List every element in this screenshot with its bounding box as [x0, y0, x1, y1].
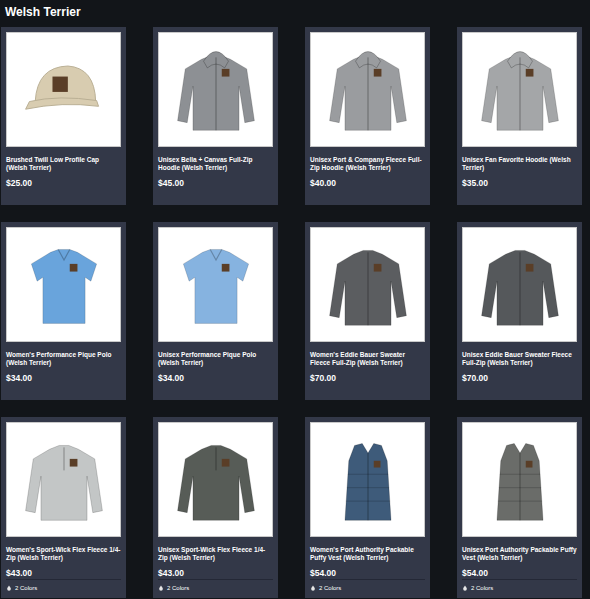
product-image[interactable]: [310, 422, 425, 537]
product-card[interactable]: Women's Sport-Wick Flex Fleece 1/4-Zip (…: [1, 417, 126, 598]
product-card[interactable]: Unisex Bella + Canvas Full-Zip Hoodie (W…: [153, 27, 278, 205]
product-name[interactable]: Unisex Sport-Wick Flex Fleece 1/4-Zip (W…: [158, 546, 273, 562]
product-image[interactable]: [462, 32, 577, 147]
product-image[interactable]: [6, 422, 121, 537]
product-image[interactable]: [158, 32, 273, 147]
product-card[interactable]: Brushed Twill Low Profile Cap (Welsh Ter…: [1, 27, 126, 205]
product-image[interactable]: [462, 227, 577, 342]
hoodie-icon: [472, 42, 568, 138]
hoodie-icon: [168, 42, 264, 138]
product-card[interactable]: Women's Performance Pique Polo (Welsh Te…: [1, 222, 126, 400]
product-image[interactable]: [158, 227, 273, 342]
product-card[interactable]: Unisex Port Authority Packable Puffy Ves…: [457, 417, 582, 598]
product-name[interactable]: Unisex Performance Pique Polo (Welsh Ter…: [158, 351, 273, 367]
product-price: $40.00: [310, 178, 425, 189]
product-price: $70.00: [462, 373, 577, 384]
product-name[interactable]: Unisex Eddie Bauer Sweater Fleece Full-Z…: [462, 351, 577, 367]
product-card[interactable]: Unisex Sport-Wick Flex Fleece 1/4-Zip (W…: [153, 417, 278, 598]
product-name[interactable]: Unisex Bella + Canvas Full-Zip Hoodie (W…: [158, 156, 273, 172]
product-price: $34.00: [6, 373, 121, 384]
color-count[interactable]: 2 Colors: [6, 579, 121, 592]
product-price: $70.00: [310, 373, 425, 384]
product-image[interactable]: [310, 227, 425, 342]
product-image[interactable]: [6, 227, 121, 342]
jacket-icon: [472, 237, 568, 333]
color-count[interactable]: 2 Colors: [462, 579, 577, 592]
product-name[interactable]: Unisex Port Authority Packable Puffy Ves…: [462, 546, 577, 562]
product-card[interactable]: Unisex Fan Favorite Hoodie (Welsh Terrie…: [457, 27, 582, 205]
product-price: $54.00: [310, 568, 425, 579]
product-card[interactable]: Unisex Performance Pique Polo (Welsh Ter…: [153, 222, 278, 400]
product-price: $35.00: [462, 178, 577, 189]
product-image[interactable]: [310, 32, 425, 147]
cap-icon: [16, 42, 112, 138]
product-page: Welsh Terrier Brushed Twill Low Profile C…: [0, 0, 590, 599]
drop-icon: [6, 585, 12, 591]
product-price: $25.00: [6, 178, 121, 189]
product-name[interactable]: Women's Port Authority Packable Puffy Ve…: [310, 546, 425, 562]
product-price: $43.00: [158, 568, 273, 579]
page-title: Welsh Terrier: [1, 0, 590, 27]
product-price: $43.00: [6, 568, 121, 579]
product-name[interactable]: Women's Sport-Wick Flex Fleece 1/4-Zip (…: [6, 546, 121, 562]
drop-icon: [462, 585, 468, 591]
product-price: $45.00: [158, 178, 273, 189]
product-name[interactable]: Women's Eddie Bauer Sweater Fleece Full-…: [310, 351, 425, 367]
product-name[interactable]: Unisex Port & Company Fleece Full-Zip Ho…: [310, 156, 425, 172]
product-card[interactable]: Unisex Eddie Bauer Sweater Fleece Full-Z…: [457, 222, 582, 400]
jacket-icon: [320, 237, 416, 333]
product-card[interactable]: Women's Port Authority Packable Puffy Ve…: [305, 417, 430, 598]
color-count[interactable]: 2 Colors: [310, 579, 425, 592]
product-card[interactable]: Unisex Port & Company Fleece Full-Zip Ho…: [305, 27, 430, 205]
product-image[interactable]: [158, 422, 273, 537]
hoodie-icon: [320, 42, 416, 138]
vest-icon: [472, 432, 568, 528]
color-count[interactable]: 2 Colors: [158, 579, 273, 592]
product-name[interactable]: Women's Performance Pique Polo (Welsh Te…: [6, 351, 121, 367]
quarter-zip-icon: [16, 432, 112, 528]
vest-icon: [320, 432, 416, 528]
product-price: $54.00: [462, 568, 577, 579]
drop-icon: [310, 585, 316, 591]
product-price: $34.00: [158, 373, 273, 384]
product-image[interactable]: [462, 422, 577, 537]
product-grid: Brushed Twill Low Profile Cap (Welsh Ter…: [1, 27, 590, 598]
drop-icon: [158, 585, 164, 591]
polo-icon: [16, 237, 112, 333]
product-image[interactable]: [6, 32, 121, 147]
product-name[interactable]: Brushed Twill Low Profile Cap (Welsh Ter…: [6, 156, 121, 172]
product-card[interactable]: Women's Eddie Bauer Sweater Fleece Full-…: [305, 222, 430, 400]
quarter-zip-icon: [168, 432, 264, 528]
product-name[interactable]: Unisex Fan Favorite Hoodie (Welsh Terrie…: [462, 156, 577, 172]
polo-icon: [168, 237, 264, 333]
